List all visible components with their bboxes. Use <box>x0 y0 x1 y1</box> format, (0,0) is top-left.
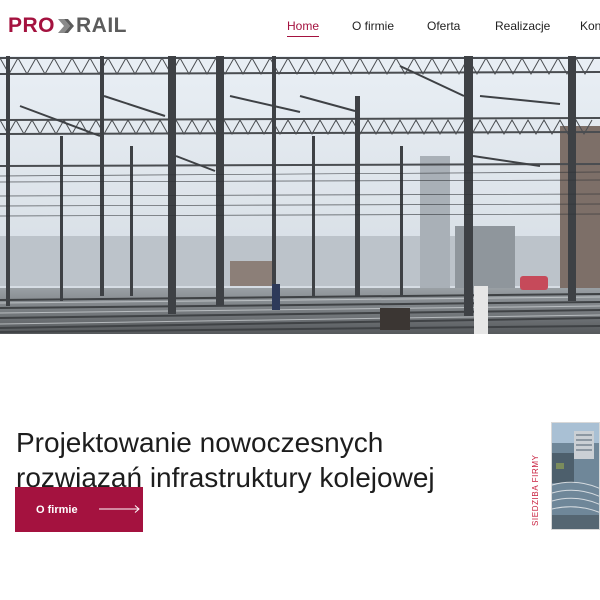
nav-item-home[interactable]: Home <box>287 19 320 37</box>
nav-item-kontakt[interactable]: Kon <box>580 19 600 33</box>
railway-yard-photo <box>0 56 600 334</box>
cta-label: O firmie <box>36 503 78 516</box>
headquarters-aerial-photo <box>552 423 599 529</box>
nav-item-o-firmie[interactable]: O firmie <box>352 19 394 33</box>
headquarters-label: SIEDZIBA FIRMY <box>531 454 540 526</box>
headquarters-image[interactable] <box>551 422 600 530</box>
arrow-right-icon <box>99 505 140 513</box>
headline-line-1: Projektowanie nowoczesnych <box>16 426 384 458</box>
main-navigation: Home O firmie Oferta Realizacje Kon <box>0 0 600 56</box>
site-header: PRO RAIL Home O firmie Oferta Realizacje… <box>0 0 600 56</box>
page-headline: Projektowanie nowoczesnych rozwiązań inf… <box>16 425 516 495</box>
nav-item-realizacje[interactable]: Realizacje <box>495 19 550 33</box>
nav-item-oferta[interactable]: Oferta <box>427 19 460 33</box>
hero-image <box>0 56 600 334</box>
o-firmie-button[interactable]: O firmie <box>15 487 143 532</box>
